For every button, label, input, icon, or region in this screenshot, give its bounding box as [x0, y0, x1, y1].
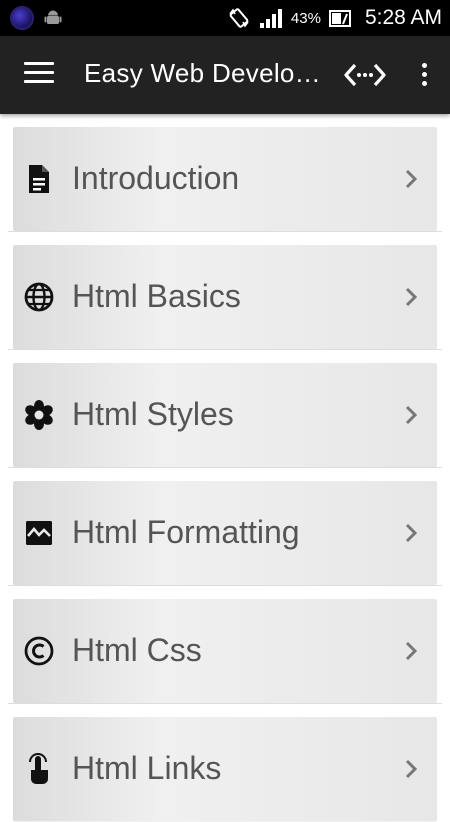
globe-icon	[24, 282, 54, 312]
list-item-html-css[interactable]: Html Css	[13, 599, 437, 703]
copyright-icon	[24, 636, 54, 666]
chevron-right-icon	[405, 759, 418, 779]
more-vert-icon[interactable]	[412, 60, 436, 92]
list-item: Html Formatting	[8, 468, 442, 586]
image-broken-icon	[26, 521, 52, 545]
android-debug-icon	[44, 10, 62, 24]
battery-percent: 43%	[290, 9, 321, 27]
touch-icon	[29, 753, 48, 784]
list-item-label: Introduction	[72, 160, 240, 196]
list-item: Html Basics	[8, 232, 442, 350]
signal-icon	[259, 9, 282, 28]
list-item-label: Html Formatting	[72, 514, 300, 550]
clock: 5:28 AM	[364, 6, 442, 29]
app-launcher-icon	[10, 6, 34, 30]
list-item: Html Links	[8, 704, 442, 822]
list-item: Introduction	[8, 114, 442, 232]
hamburger-menu-icon[interactable]	[24, 62, 54, 88]
rotate-icon	[229, 8, 249, 28]
list-item: Html Css	[8, 586, 442, 704]
list-item-label: Html Links	[72, 750, 222, 786]
list-item-label: Html Basics	[72, 278, 241, 314]
status-bar-right: 43% 5:28 AM	[227, 0, 442, 36]
list-item-introduction[interactable]: Introduction	[13, 127, 437, 231]
list-item-html-formatting[interactable]: Html Formatting	[13, 481, 437, 585]
list-item-html-styles[interactable]: Html Styles	[13, 363, 437, 467]
list-item-html-basics[interactable]: Html Basics	[13, 245, 437, 349]
document-icon	[29, 165, 49, 193]
list-item-html-links[interactable]: Html Links	[13, 717, 437, 821]
chevron-right-icon	[405, 641, 418, 661]
code-icon[interactable]	[343, 58, 387, 92]
list-item-label: Html Css	[72, 632, 202, 668]
chevron-right-icon	[405, 287, 418, 307]
battery-icon	[328, 10, 351, 27]
chevron-right-icon	[405, 523, 418, 543]
status-bar: 43% 5:28 AM	[0, 0, 450, 36]
chevron-right-icon	[405, 169, 418, 189]
list-item: Html Styles	[8, 350, 442, 468]
app-title: Easy Web Develo…	[84, 58, 321, 88]
chevron-right-icon	[405, 405, 418, 425]
app-bar: Easy Web Develo…	[0, 36, 450, 114]
list-item-label: Html Styles	[72, 396, 234, 432]
status-bar-left	[10, 6, 62, 30]
flower-icon	[25, 400, 53, 430]
